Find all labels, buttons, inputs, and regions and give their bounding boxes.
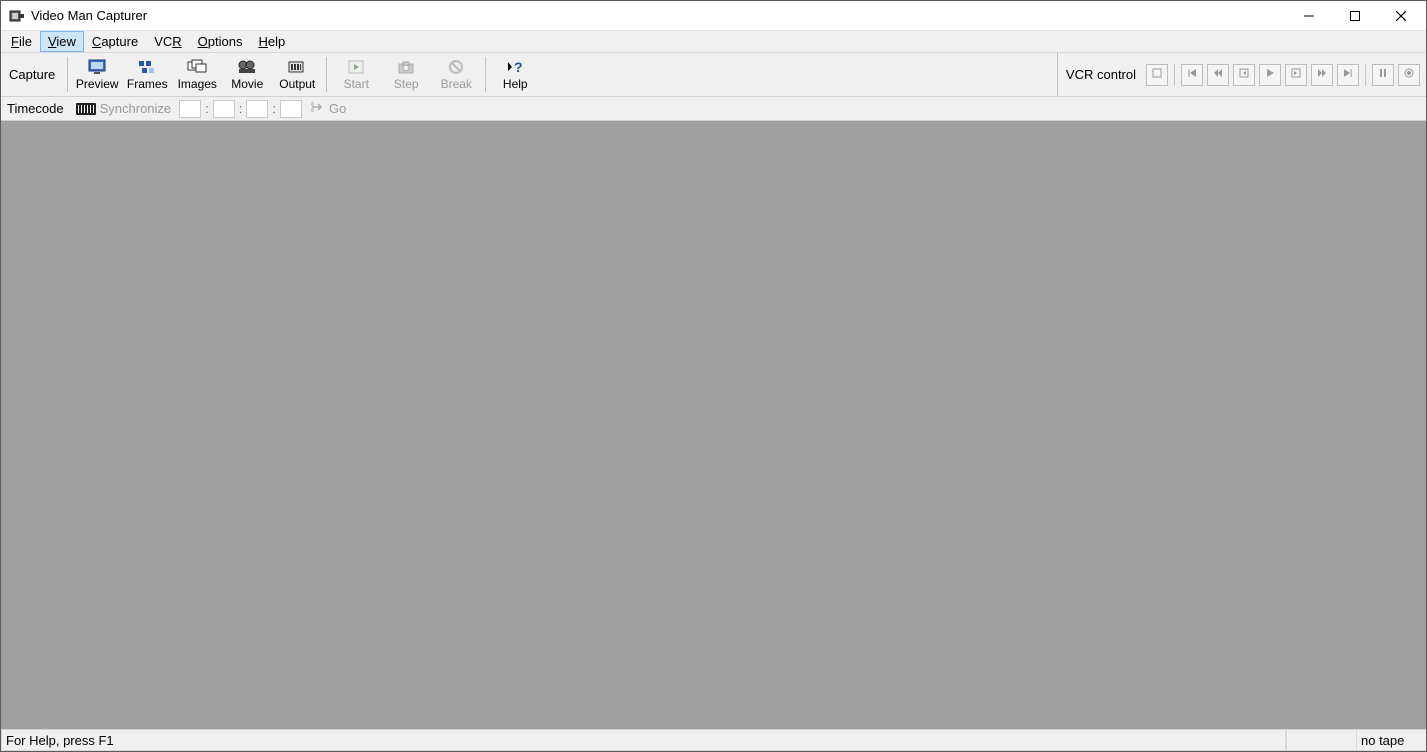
- menu-help[interactable]: Help: [250, 31, 293, 52]
- statusbar: For Help, press F1 no tape: [1, 729, 1426, 751]
- movie-label: Movie: [231, 77, 263, 91]
- vcr-forward-button[interactable]: [1311, 64, 1333, 86]
- menubar: File View Capture VCR Options Help: [1, 31, 1426, 53]
- vcr-skip-back-button[interactable]: [1181, 64, 1203, 86]
- colon-separator: :: [205, 101, 209, 116]
- timecode-seconds-input[interactable]: [246, 100, 268, 118]
- images-label: Images: [178, 77, 217, 91]
- go-label: Go: [329, 101, 346, 116]
- preview-button[interactable]: Preview: [72, 53, 122, 96]
- frames-label: Frames: [127, 77, 168, 91]
- help-icon: ?: [505, 58, 525, 76]
- timecode-minutes-input[interactable]: [213, 100, 235, 118]
- timecode-label: Timecode: [7, 101, 68, 116]
- status-help-text: For Help, press F1: [1, 730, 1286, 751]
- status-cell-empty: [1286, 730, 1356, 751]
- frames-icon: [137, 58, 157, 76]
- skip-forward-icon: [1343, 68, 1353, 81]
- output-button[interactable]: Output: [272, 53, 322, 96]
- vcr-play-icon: [1265, 68, 1275, 81]
- next-frame-icon: [1291, 68, 1301, 81]
- colon-separator: :: [272, 101, 276, 116]
- vcr-skip-forward-button[interactable]: [1337, 64, 1359, 86]
- go-icon: [310, 100, 326, 117]
- status-tape: no tape: [1356, 730, 1426, 751]
- keyboard-icon: [76, 103, 96, 115]
- synchronize-label: Synchronize: [100, 101, 172, 116]
- vcr-rewind-button[interactable]: [1207, 64, 1229, 86]
- stop-icon: [1152, 68, 1162, 81]
- minimize-button[interactable]: [1286, 1, 1332, 31]
- output-label: Output: [279, 77, 315, 91]
- app-icon: [9, 8, 25, 24]
- monitor-icon: [87, 58, 107, 76]
- record-icon: [1404, 68, 1414, 81]
- movie-button[interactable]: Movie: [222, 53, 272, 96]
- forward-icon: [1317, 68, 1327, 81]
- toolbar: Capture Preview Frames Images Movie: [1, 53, 1426, 97]
- skip-back-icon: [1187, 68, 1197, 81]
- menu-options[interactable]: Options: [190, 31, 251, 52]
- nodrop-icon: [446, 58, 466, 76]
- step-label: Step: [394, 77, 419, 91]
- break-label: Break: [441, 77, 472, 91]
- menu-view[interactable]: View: [40, 31, 84, 52]
- toolbar-run-group: Start Step Break: [331, 53, 481, 96]
- output-icon: [287, 58, 307, 76]
- svg-text:?: ?: [514, 59, 523, 75]
- close-button[interactable]: [1378, 1, 1424, 31]
- camera-icon: [396, 58, 416, 76]
- break-button[interactable]: Break: [431, 53, 481, 96]
- toolbar-capture-label: Capture: [5, 53, 63, 96]
- timecode-bar: Timecode Synchronize : : : Go: [1, 97, 1426, 121]
- vcr-pause-button[interactable]: [1372, 64, 1394, 86]
- workspace-area: [1, 121, 1426, 729]
- vcr-record-button[interactable]: [1398, 64, 1420, 86]
- window-title: Video Man Capturer: [31, 8, 147, 23]
- step-button[interactable]: Step: [381, 53, 431, 96]
- titlebar: Video Man Capturer: [1, 1, 1426, 31]
- timecode-frames-input[interactable]: [280, 100, 302, 118]
- start-label: Start: [344, 77, 369, 91]
- movie-icon: [237, 58, 257, 76]
- toolbar-help-group: ? Help: [490, 53, 540, 96]
- vcr-stop-button[interactable]: [1146, 64, 1168, 86]
- window-controls: [1286, 1, 1424, 31]
- help-button[interactable]: ? Help: [490, 53, 540, 96]
- vcr-control-section: VCR control: [1057, 53, 1426, 96]
- synchronize-button[interactable]: Synchronize: [72, 101, 176, 116]
- frames-button[interactable]: Frames: [122, 53, 172, 96]
- vcr-control-label: VCR control: [1064, 67, 1142, 82]
- vcr-play-button[interactable]: [1259, 64, 1281, 86]
- colon-separator: :: [239, 101, 243, 116]
- menu-capture[interactable]: Capture: [84, 31, 146, 52]
- preview-label: Preview: [76, 77, 119, 91]
- start-button[interactable]: Start: [331, 53, 381, 96]
- help-label: Help: [503, 77, 528, 91]
- images-button[interactable]: Images: [172, 53, 222, 96]
- menu-vcr[interactable]: VCR: [146, 31, 189, 52]
- pause-icon: [1378, 68, 1388, 81]
- prev-frame-icon: [1239, 68, 1249, 81]
- maximize-button[interactable]: [1332, 1, 1378, 31]
- toolbar-capture-group: Preview Frames Images Movie Output: [72, 53, 322, 96]
- images-icon: [187, 58, 207, 76]
- play-icon: [346, 58, 366, 76]
- vcr-prev-frame-button[interactable]: [1233, 64, 1255, 86]
- rewind-icon: [1213, 68, 1223, 81]
- menu-file[interactable]: File: [3, 31, 40, 52]
- timecode-hours-input[interactable]: [179, 100, 201, 118]
- vcr-next-frame-button[interactable]: [1285, 64, 1307, 86]
- go-button[interactable]: Go: [306, 100, 350, 117]
